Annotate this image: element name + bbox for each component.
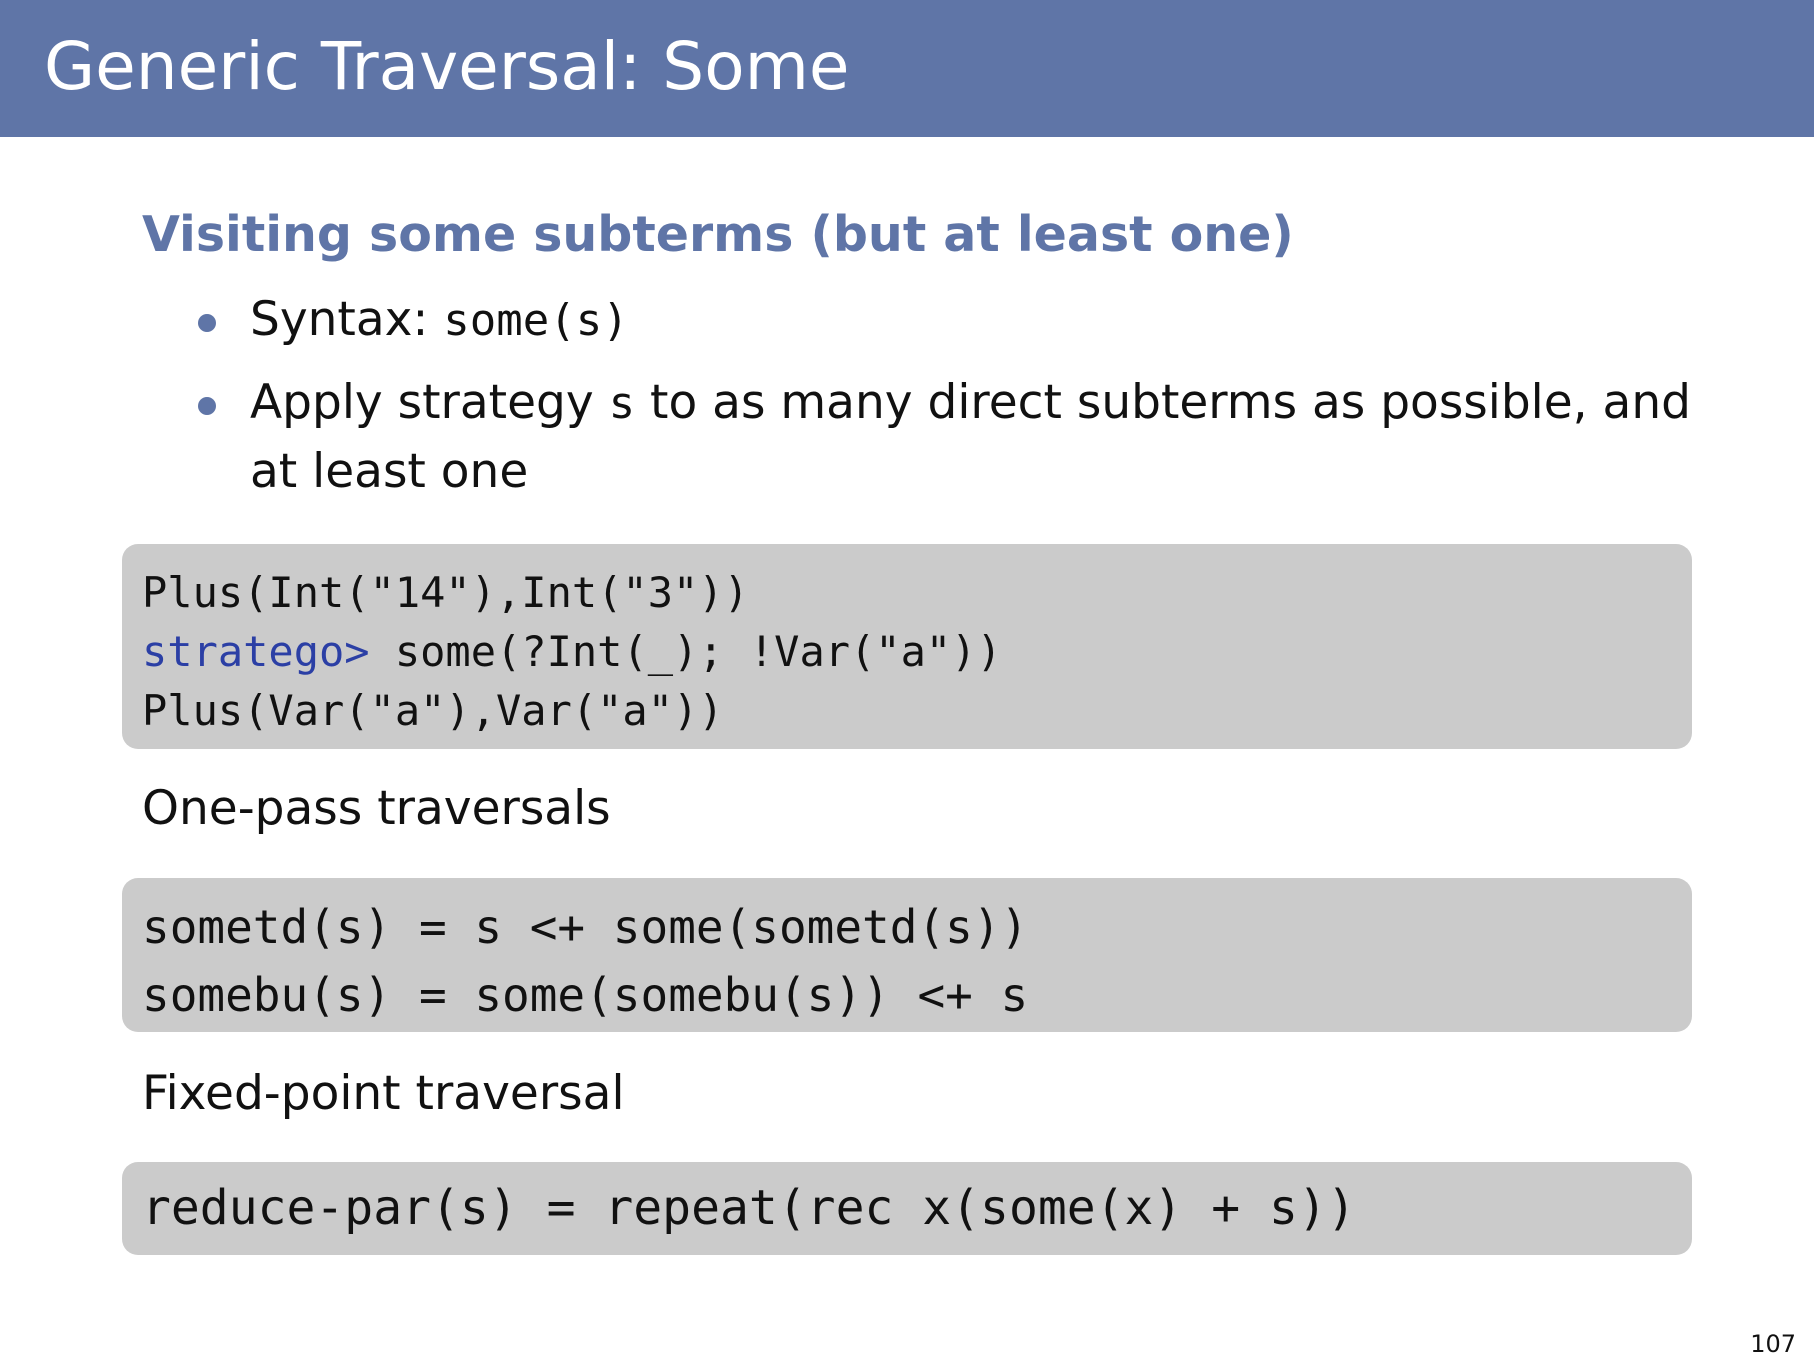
code-line: sometd(s) = s <+ some(sometd(s))	[142, 900, 1029, 954]
code-line: Plus(Int("14"),Int("3"))	[142, 568, 749, 617]
section-heading: Visiting some subterms (but at least one…	[142, 206, 1294, 263]
bullet-apply: Apply strategy s to as many direct subte…	[250, 369, 1710, 506]
bullet-dot	[198, 397, 216, 415]
repl-prompt: stratego>	[142, 627, 370, 676]
code-line-prompt: stratego> some(?Int(_); !Var("a"))	[142, 631, 1002, 673]
slide-title: Generic Traversal: Some	[44, 28, 850, 105]
one-pass-label: One-pass traversals	[142, 781, 611, 836]
example-code-block: Plus(Int("14"),Int("3")) stratego> some(…	[122, 544, 1692, 749]
syntax-label: Syntax:	[250, 292, 444, 347]
page-number: 107	[1750, 1330, 1796, 1358]
code-line: reduce-par(s) = repeat(rec x(some(x) + s…	[142, 1180, 1356, 1236]
one-pass-code-block: sometd(s) = s <+ some(sometd(s)) somebu(…	[122, 878, 1692, 1032]
fixed-point-label: Fixed-point traversal	[142, 1066, 625, 1121]
title-bar: Generic Traversal: Some	[0, 0, 1814, 137]
bullet-dot	[198, 314, 216, 332]
repl-command: some(?Int(_); !Var("a"))	[369, 627, 1002, 676]
code-line: Plus(Var("a"),Var("a"))	[142, 686, 724, 735]
code-line: somebu(s) = some(somebu(s)) <+ s	[142, 968, 1029, 1022]
apply-code: s	[608, 378, 636, 429]
fixed-point-code-block: reduce-par(s) = repeat(rec x(some(x) + s…	[122, 1162, 1692, 1255]
apply-text-pre: Apply strategy	[250, 375, 609, 430]
syntax-code: some(s)	[443, 295, 629, 346]
bullet-syntax: Syntax: some(s)	[250, 286, 1710, 355]
